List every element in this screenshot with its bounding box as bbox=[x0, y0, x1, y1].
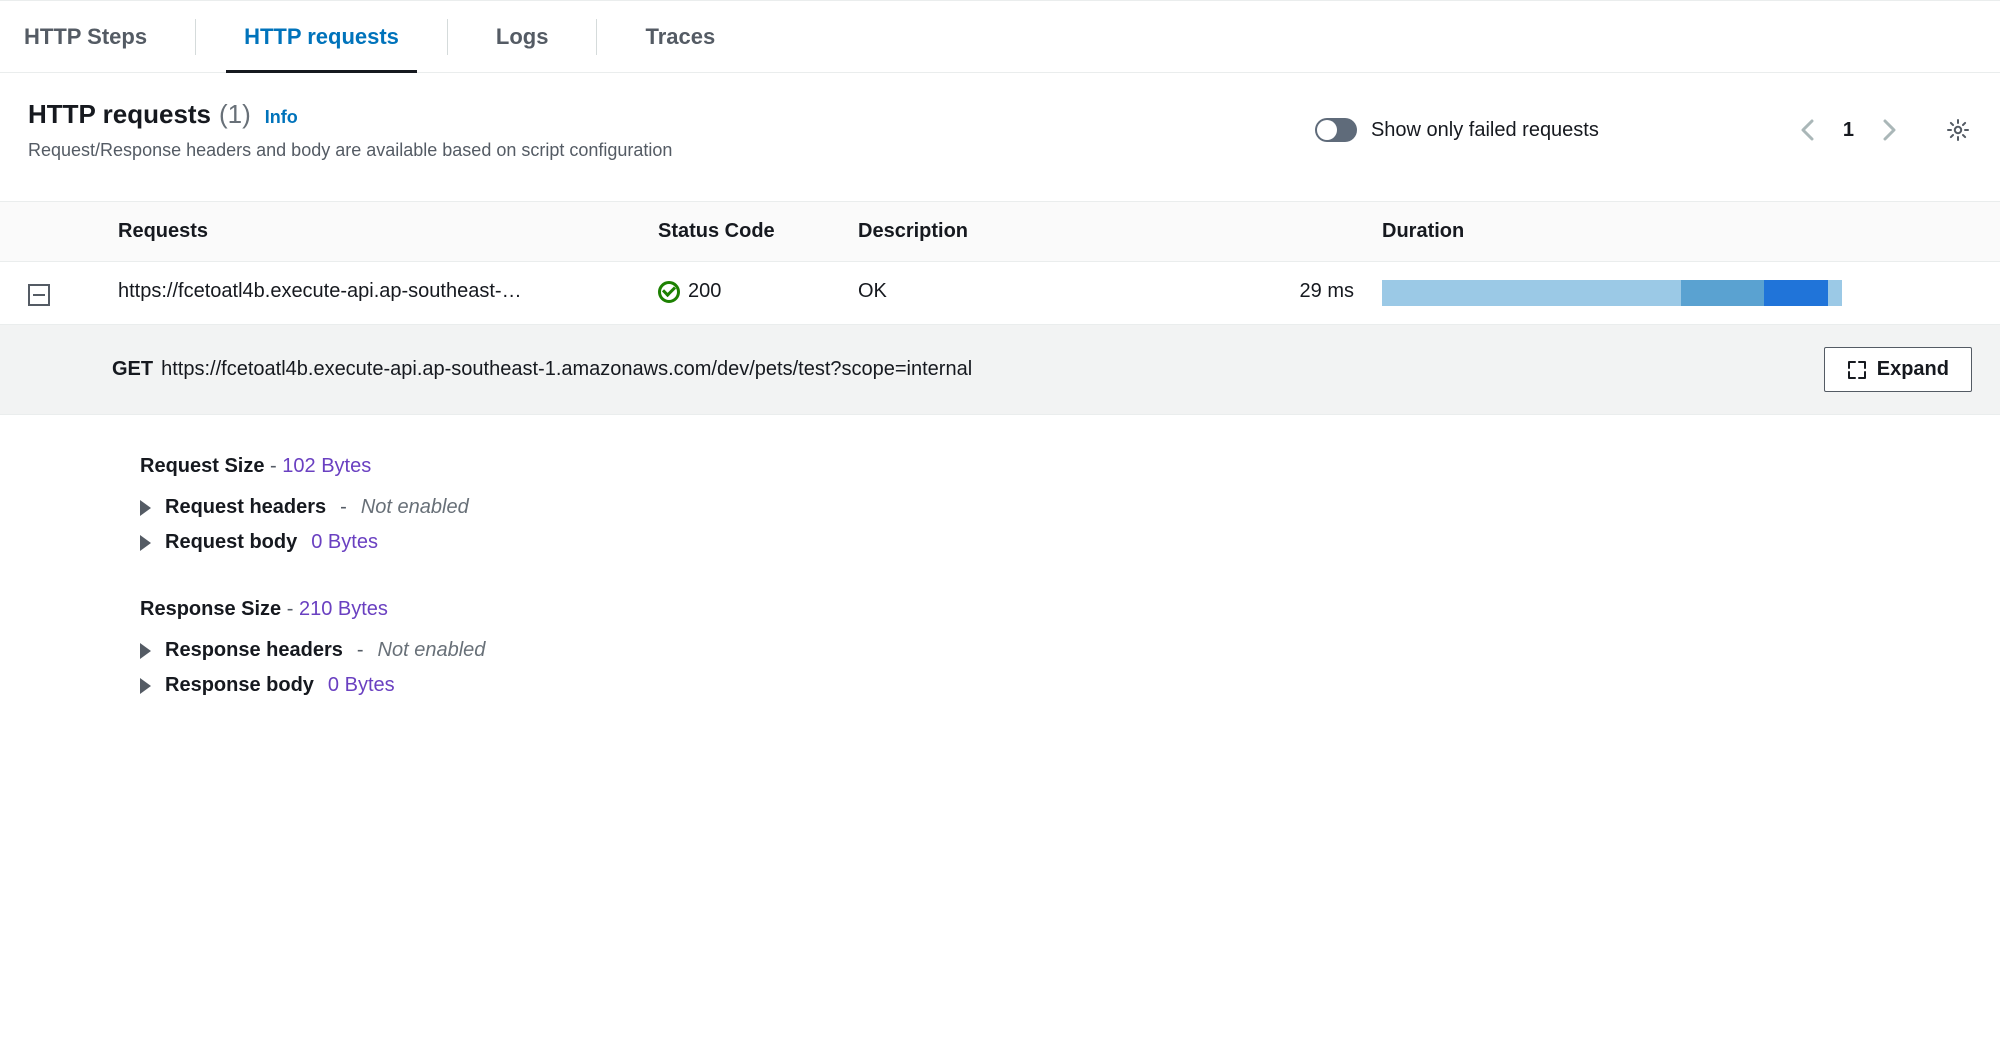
response-body-row[interactable]: Response body 0 Bytes bbox=[140, 674, 1972, 697]
response-headers-row[interactable]: Response headers - Not enabled bbox=[140, 639, 1972, 662]
collapse-row-button[interactable] bbox=[28, 284, 50, 306]
request-detail-body: Request Size - 102 Bytes Request headers… bbox=[0, 415, 2000, 781]
request-section: Request Size - 102 Bytes Request headers… bbox=[140, 455, 1972, 554]
column-status: Status Code bbox=[658, 220, 858, 243]
toggle-knob bbox=[1317, 120, 1337, 140]
tab-separator bbox=[195, 19, 196, 55]
response-headers-status: Not enabled bbox=[378, 639, 486, 662]
request-body-value: 0 Bytes bbox=[311, 531, 378, 554]
response-body-value: 0 Bytes bbox=[328, 674, 395, 697]
duration-segment bbox=[1681, 280, 1764, 306]
column-description: Description bbox=[858, 220, 1258, 243]
tab-logs[interactable]: Logs bbox=[496, 2, 549, 72]
expand-icon bbox=[1847, 360, 1867, 380]
duration-value: 29 ms bbox=[1258, 280, 1368, 303]
chevron-right-icon bbox=[1883, 119, 1897, 141]
chevron-left-icon bbox=[1800, 119, 1814, 141]
tab-separator bbox=[596, 19, 597, 55]
failed-only-label: Show only failed requests bbox=[1371, 119, 1599, 142]
request-headers-label: Request headers bbox=[165, 496, 326, 519]
disclosure-triangle-icon bbox=[140, 678, 151, 694]
column-duration: Duration bbox=[1368, 220, 1972, 243]
page-title: HTTP requests bbox=[28, 99, 211, 130]
request-count: (1) bbox=[219, 99, 251, 130]
request-url-cell: https://fcetoatl4b.execute-api.ap-southe… bbox=[118, 280, 658, 303]
pagination: 1 bbox=[1793, 116, 1972, 144]
disclosure-triangle-icon bbox=[140, 535, 151, 551]
tab-http-requests[interactable]: HTTP requests bbox=[244, 2, 399, 72]
minus-icon bbox=[33, 294, 45, 296]
response-size-value: 210 Bytes bbox=[299, 598, 388, 620]
http-requests-panel: HTTP Steps HTTP requests Logs Traces HTT… bbox=[0, 0, 2000, 781]
description-cell: OK bbox=[858, 280, 1258, 303]
prev-page-button[interactable] bbox=[1793, 116, 1821, 144]
table-row: https://fcetoatl4b.execute-api.ap-southe… bbox=[0, 262, 2000, 325]
request-size-label: Request Size bbox=[140, 455, 264, 477]
duration-segment bbox=[1382, 280, 1681, 306]
table-header: Requests Status Code Description Duratio… bbox=[0, 201, 2000, 262]
response-section: Response Size - 210 Bytes Response heade… bbox=[140, 598, 1972, 697]
status-code: 200 bbox=[688, 280, 721, 303]
status-cell: 200 bbox=[658, 280, 858, 303]
success-icon bbox=[658, 281, 680, 303]
panel-header: HTTP requests (1) Info Request/Response … bbox=[0, 73, 2000, 161]
request-detail-header: GET https://fcetoatl4b.execute-api.ap-sou… bbox=[0, 325, 2000, 415]
settings-button[interactable] bbox=[1944, 116, 1972, 144]
full-request-url: https://fcetoatl4b.execute-api.ap-southe… bbox=[161, 358, 972, 380]
response-headers-label: Response headers bbox=[165, 639, 343, 662]
tab-bar: HTTP Steps HTTP requests Logs Traces bbox=[0, 1, 2000, 73]
next-page-button[interactable] bbox=[1876, 116, 1904, 144]
http-method: GET bbox=[112, 358, 153, 380]
duration-segment bbox=[1764, 280, 1828, 306]
duration-bar bbox=[1382, 280, 1842, 306]
request-body-row[interactable]: Request body 0 Bytes bbox=[140, 531, 1972, 554]
response-size-label: Response Size bbox=[140, 598, 281, 620]
column-requests: Requests bbox=[118, 220, 658, 243]
page-number: 1 bbox=[1843, 119, 1854, 142]
response-body-label: Response body bbox=[165, 674, 314, 697]
page-subtitle: Request/Response headers and body are av… bbox=[28, 140, 1291, 161]
info-link[interactable]: Info bbox=[265, 107, 298, 128]
disclosure-triangle-icon bbox=[140, 643, 151, 659]
disclosure-triangle-icon bbox=[140, 500, 151, 516]
request-size-value: 102 Bytes bbox=[282, 455, 371, 477]
request-body-label: Request body bbox=[165, 531, 297, 554]
expand-button-label: Expand bbox=[1877, 358, 1949, 381]
tab-http-steps[interactable]: HTTP Steps bbox=[24, 2, 147, 72]
duration-segment bbox=[1828, 280, 1842, 306]
gear-icon bbox=[1946, 118, 1970, 142]
failed-only-toggle-group: Show only failed requests bbox=[1315, 118, 1599, 142]
tab-separator bbox=[447, 19, 448, 55]
request-headers-status: Not enabled bbox=[361, 496, 469, 519]
tab-traces[interactable]: Traces bbox=[645, 2, 715, 72]
failed-only-toggle[interactable] bbox=[1315, 118, 1357, 142]
title-block: HTTP requests (1) Info Request/Response … bbox=[28, 99, 1291, 161]
expand-button[interactable]: Expand bbox=[1824, 347, 1972, 392]
request-headers-row[interactable]: Request headers - Not enabled bbox=[140, 496, 1972, 519]
